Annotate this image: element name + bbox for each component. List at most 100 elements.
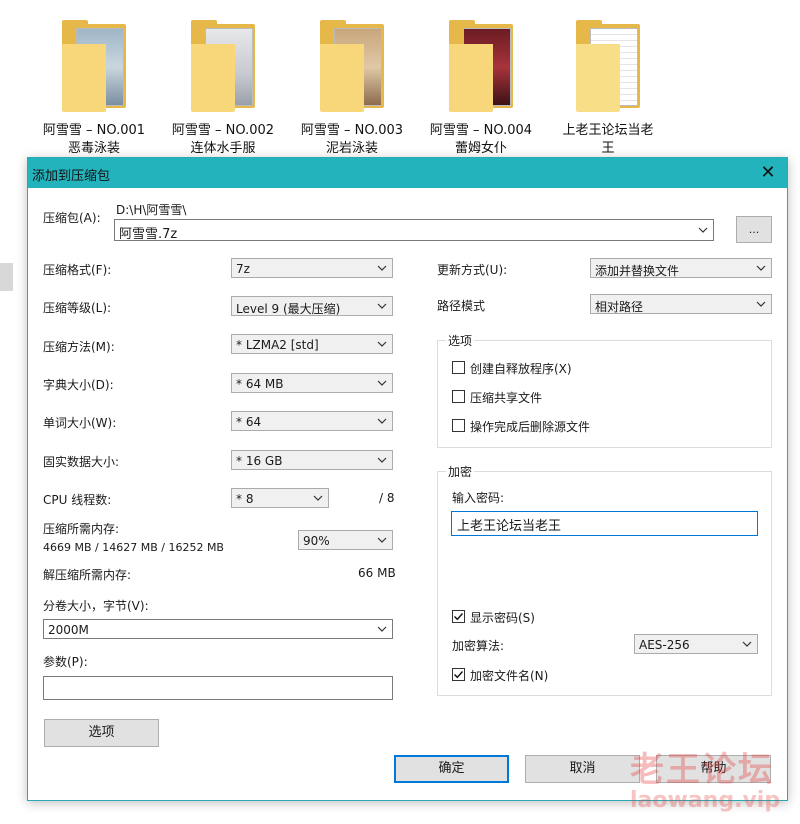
encryption-group-title: 加密 — [446, 463, 475, 480]
level-value: Level 9 (最大压缩) — [236, 302, 341, 316]
shared-files-checkbox[interactable] — [452, 390, 465, 403]
level-select[interactable]: Level 9 (最大压缩) — [231, 296, 393, 316]
threads-max: / 8 — [379, 491, 395, 505]
folder-label-line1: 上老王论坛当老 — [562, 123, 654, 138]
dialog-title: 添加到压缩包 — [32, 169, 111, 184]
archive-name-value: 阿雪雪.7z — [119, 227, 178, 242]
decompress-memory-value: 66 MB — [358, 566, 396, 580]
password-value: 上老王论坛当老王 — [457, 519, 562, 534]
solid-select[interactable]: * 16 GB — [231, 450, 393, 470]
algorithm-value: AES-256 — [639, 638, 690, 652]
folder-label-line1: 阿雪雪 – NO.003 — [300, 123, 404, 138]
solid-label: 固实数据大小: — [43, 455, 120, 469]
method-label: 压缩方法(M): — [43, 340, 115, 354]
path-mode-label: 路径模式 — [437, 299, 486, 313]
dict-label: 字典大小(D): — [43, 378, 114, 392]
folder-no001[interactable]: 阿雪雪 – NO.001 恶毒泳装 — [34, 20, 154, 158]
password-input[interactable]: 上老王论坛当老王 — [451, 511, 758, 536]
close-icon[interactable]: ✕ — [755, 161, 781, 185]
dict-value: * 64 MB — [236, 377, 284, 391]
method-select[interactable]: * LZMA2 [std] — [231, 334, 393, 354]
sfx-label: 创建自释放程序(X) — [470, 362, 572, 376]
desktop-edge-stub — [0, 263, 13, 291]
folder-no004[interactable]: 阿雪雪 – NO.004 蕾姆女仆 — [421, 20, 541, 158]
show-password-label: 显示密码(S) — [470, 611, 535, 625]
add-to-archive-dialog: 添加到压缩包 ✕ 压缩包(A): D:\H\阿雪雪\ 阿雪雪.7z ... 压缩… — [27, 157, 788, 801]
folder-label-line2: 王 — [601, 141, 615, 156]
options-button[interactable]: 选项 — [44, 719, 159, 747]
folder-no003[interactable]: 阿雪雪 – NO.003 泥岩泳装 — [292, 20, 412, 158]
chevron-down-icon — [313, 495, 323, 501]
decompress-memory-label: 解压缩所需内存: — [43, 568, 132, 582]
chevron-down-icon — [377, 265, 387, 271]
watermark-logo: 老王论坛 — [630, 750, 774, 790]
delete-after-label: 操作完成后删除源文件 — [470, 420, 591, 434]
sfx-checkbox[interactable] — [452, 361, 465, 374]
folder-label-line2: 连体水手服 — [190, 141, 256, 156]
folder-label-line2: 泥岩泳装 — [325, 141, 378, 156]
archive-label: 压缩包(A): — [43, 211, 101, 225]
params-label: 参数(P): — [43, 655, 88, 669]
folder-icon — [572, 20, 644, 112]
volume-value: 2000M — [48, 623, 89, 637]
threads-select[interactable]: * 8 — [231, 488, 329, 508]
archive-name-combo[interactable]: 阿雪雪.7z — [114, 219, 714, 242]
chevron-down-icon — [377, 537, 387, 543]
chevron-down-icon — [377, 457, 387, 463]
chevron-down-icon — [377, 341, 387, 347]
volume-label: 分卷大小，字节(V): — [43, 599, 149, 613]
ok-button[interactable]: 确定 — [394, 755, 509, 783]
folder-label-line1: 阿雪雪 – NO.001 — [42, 123, 146, 138]
password-label: 输入密码: — [452, 491, 505, 505]
shared-files-label: 压缩共享文件 — [470, 391, 543, 405]
memory-percent-value: 90% — [303, 534, 330, 548]
browse-button[interactable]: ... — [736, 216, 772, 243]
folder-text[interactable]: 上老王论坛当老王 — [548, 20, 668, 158]
chevron-down-icon — [377, 626, 387, 632]
delete-after-checkbox[interactable] — [452, 419, 465, 432]
folder-label-line2: 蕾姆女仆 — [454, 141, 507, 156]
chevron-down-icon — [377, 418, 387, 424]
dict-select[interactable]: * 64 MB — [231, 373, 393, 393]
chevron-down-icon — [756, 301, 766, 307]
folder-icon — [445, 20, 517, 112]
memory-label: 压缩所需内存: — [43, 522, 120, 536]
threads-value: * 8 — [236, 492, 254, 506]
folder-icon — [316, 20, 388, 112]
format-label: 压缩格式(F): — [43, 263, 112, 277]
update-mode-value: 添加并替换文件 — [595, 264, 680, 278]
threads-label: CPU 线程数: — [43, 493, 112, 507]
format-select[interactable]: 7z — [231, 258, 393, 278]
chevron-down-icon — [377, 380, 387, 386]
checkmark-icon — [454, 613, 464, 621]
path-mode-select[interactable]: 相对路径 — [590, 294, 772, 314]
params-input[interactable] — [43, 676, 393, 700]
archive-path: D:\H\阿雪雪\ — [116, 203, 187, 217]
folder-icon — [58, 20, 130, 112]
solid-value: * 16 GB — [236, 454, 283, 468]
cancel-button[interactable]: 取消 — [525, 755, 640, 783]
memory-detail: 4669 MB / 14627 MB / 16252 MB — [43, 541, 224, 554]
show-password-checkbox[interactable] — [452, 610, 465, 623]
word-select[interactable]: * 64 — [231, 411, 393, 431]
folder-label-line2: 恶毒泳装 — [67, 141, 120, 156]
title-bar[interactable]: 添加到压缩包 ✕ — [28, 158, 787, 188]
folder-no002[interactable]: 阿雪雪 – NO.002 连体水手服 — [163, 20, 283, 158]
algorithm-select[interactable]: AES-256 — [634, 634, 758, 654]
volume-combo[interactable]: 2000M — [43, 619, 393, 639]
path-mode-value: 相对路径 — [595, 300, 644, 314]
update-mode-select[interactable]: 添加并替换文件 — [590, 258, 772, 278]
options-group-title: 选项 — [446, 332, 475, 349]
algorithm-label: 加密算法: — [452, 639, 505, 653]
word-value: * 64 — [236, 415, 262, 429]
format-value: 7z — [236, 262, 250, 276]
folder-label-line1: 阿雪雪 – NO.002 — [171, 123, 275, 138]
encrypt-names-label: 加密文件名(N) — [470, 669, 549, 683]
watermark-url: laowang.vip — [630, 788, 781, 813]
memory-percent-select[interactable]: 90% — [298, 530, 393, 550]
encrypt-names-checkbox[interactable] — [452, 668, 465, 681]
folder-label-line1: 阿雪雪 – NO.004 — [429, 123, 533, 138]
level-label: 压缩等级(L): — [43, 301, 112, 315]
chevron-down-icon — [756, 265, 766, 271]
folder-icon — [187, 20, 259, 112]
